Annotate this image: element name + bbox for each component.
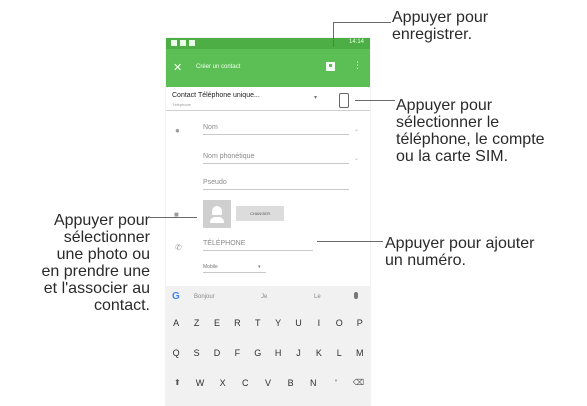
key[interactable]: P — [353, 318, 367, 328]
apostrophe-key[interactable]: ' — [329, 378, 343, 388]
toolbar-title: Créer un contact — [196, 64, 241, 70]
phonetic-name-field[interactable]: Nom phonétique — [203, 153, 254, 160]
key[interactable]: X — [216, 378, 230, 388]
shift-icon[interactable]: ⬆ — [170, 378, 184, 388]
key[interactable]: Q — [169, 348, 183, 358]
account-title: Contact Téléphone unique... — [172, 92, 260, 99]
key[interactable]: B — [284, 378, 298, 388]
key[interactable]: I — [312, 318, 326, 328]
chevron-down-icon[interactable]: ⌄ — [354, 126, 359, 133]
divider — [203, 134, 349, 135]
suggestion[interactable]: Bonjour — [194, 294, 215, 300]
callout-line: Appuyer pour — [392, 9, 489, 26]
status-bar: 14:14 — [166, 38, 370, 49]
leader-line — [317, 241, 383, 242]
callout-save: Appuyer pour enregistrer. — [392, 9, 488, 43]
callout-line: enregistrer. — [392, 26, 473, 43]
save-icon[interactable] — [326, 62, 335, 71]
phone-icon: ✆ — [175, 243, 182, 252]
leader-line — [333, 22, 334, 47]
backspace-icon[interactable]: ⌫ — [352, 378, 366, 388]
leader-line — [355, 100, 395, 101]
keyboard-row: ⬆ W X C V B N ' ⌫ — [166, 378, 370, 388]
suggestion[interactable]: Je — [261, 294, 267, 300]
chevron-down-icon: ▾ — [258, 264, 261, 270]
key[interactable]: Z — [190, 318, 204, 328]
change-photo-button[interactable]: CHANGER — [236, 206, 284, 221]
notification-icon — [171, 40, 177, 46]
mic-icon[interactable] — [354, 292, 358, 299]
suggestion[interactable]: Le — [314, 294, 321, 300]
divider — [166, 110, 370, 111]
key[interactable]: E — [210, 318, 224, 328]
key[interactable]: F — [230, 348, 244, 358]
key[interactable]: J — [292, 348, 306, 358]
callout-line: sélectionner — [63, 229, 150, 246]
key[interactable]: C — [238, 378, 252, 388]
callout-line: ou la carte SIM. — [396, 148, 509, 165]
divider — [203, 189, 349, 190]
smartphone-icon[interactable] — [339, 93, 349, 108]
keyboard: G Bonjour Je Le A Z E R T Y U I O P Q S … — [166, 286, 370, 406]
callout-line: sélectionner le — [396, 114, 500, 131]
notification-icon — [189, 40, 195, 46]
callout-line: contact. — [93, 297, 150, 314]
phone-field[interactable]: TÉLÉPHONE — [203, 240, 245, 247]
key[interactable]: M — [353, 348, 367, 358]
leader-line — [150, 217, 197, 218]
status-time: 14:14 — [348, 39, 364, 45]
keyboard-row: A Z E R T Y U I O P — [166, 318, 370, 328]
nickname-field[interactable]: Pseudo — [203, 179, 227, 186]
leader-line — [333, 22, 391, 23]
key[interactable]: N — [306, 378, 320, 388]
person-icon: ● — [175, 126, 180, 135]
divider — [203, 163, 349, 164]
callout-line: une photo ou — [56, 246, 150, 263]
key[interactable]: R — [230, 318, 244, 328]
callout-add-number: Appuyer pour ajouter un numéro. — [385, 235, 534, 269]
close-icon[interactable]: ✕ — [173, 61, 182, 74]
callout-photo: Appuyer pour sélectionner une photo ou e… — [4, 212, 150, 314]
key[interactable]: L — [332, 348, 346, 358]
callout-line: Appuyer pour — [53, 212, 150, 229]
google-icon[interactable]: G — [172, 291, 180, 302]
key[interactable]: S — [190, 348, 204, 358]
more-vert-icon[interactable]: ⋮ — [353, 60, 362, 71]
callout-line: Appuyer pour — [396, 97, 493, 114]
key[interactable]: U — [292, 318, 306, 328]
key[interactable]: W — [193, 378, 207, 388]
photo-placeholder[interactable] — [203, 200, 231, 228]
account-subtitle: Téléphone — [172, 102, 191, 107]
chevron-down-icon[interactable]: ⌄ — [354, 155, 359, 162]
callout-line: et l'associer au — [43, 280, 150, 297]
phone-screen: 14:14 ✕ Créer un contact ⋮ Contact Télép… — [166, 38, 370, 406]
key[interactable]: G — [251, 348, 265, 358]
callout-select-account: Appuyer pour sélectionner le téléphone, … — [396, 97, 545, 165]
callout-line: Appuyer pour ajouter — [385, 235, 535, 252]
key[interactable]: T — [251, 318, 265, 328]
key[interactable]: D — [210, 348, 224, 358]
callout-line: en prendre une — [41, 263, 150, 280]
divider — [203, 250, 313, 251]
callout-line: téléphone, le compte — [396, 131, 545, 148]
callout-line: un numéro. — [385, 252, 466, 269]
name-field[interactable]: Nom — [203, 124, 218, 131]
key[interactable]: K — [312, 348, 326, 358]
chevron-down-icon: ▾ — [314, 95, 318, 101]
toolbar: ✕ Créer un contact ⋮ — [166, 49, 370, 87]
key[interactable]: Y — [271, 318, 285, 328]
key[interactable]: V — [261, 378, 275, 388]
phone-type-select[interactable]: Mobile — [203, 264, 218, 270]
keyboard-row: Q S D F G H J K L M — [166, 348, 370, 358]
key[interactable]: H — [271, 348, 285, 358]
divider — [203, 272, 266, 273]
key[interactable]: O — [332, 318, 346, 328]
notification-icon — [180, 40, 186, 46]
key[interactable]: A — [169, 318, 183, 328]
